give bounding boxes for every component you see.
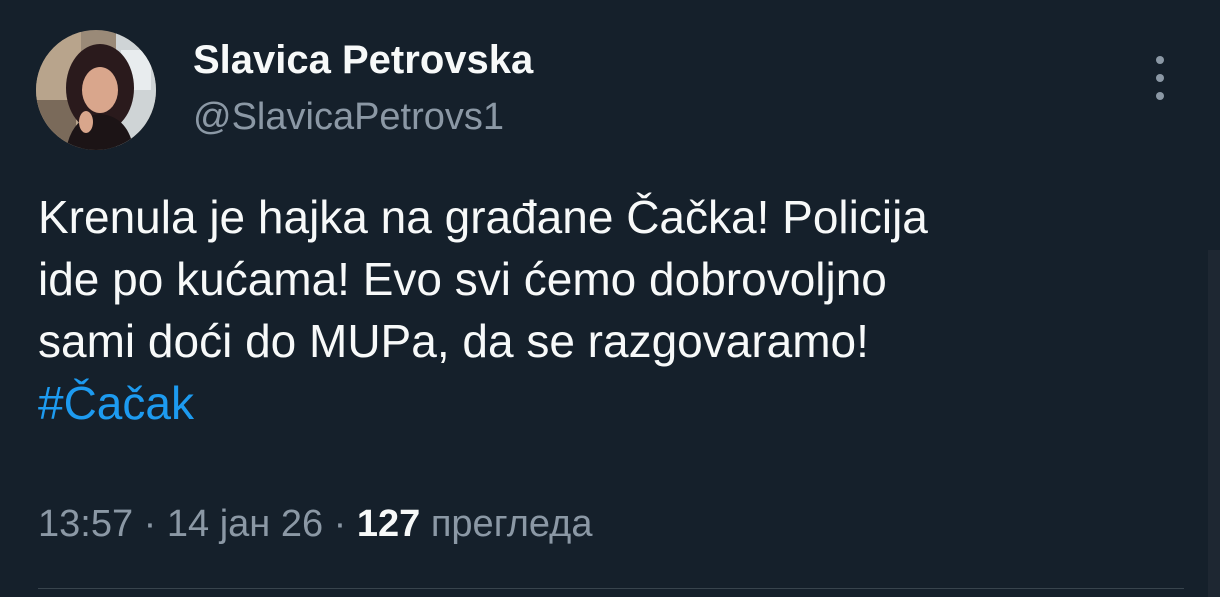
divider [38,588,1184,589]
tweet-text-line-2: ide po kućama! Evo svi ćemo dobrovoljno [38,253,887,305]
hashtag-link[interactable]: #Čačak [38,372,1188,434]
more-vertical-icon-dot-2 [1156,74,1164,82]
meta-separator: · [133,503,167,545]
author-handle[interactable]: @SlavicaPetrovs1 [193,94,504,140]
scrollbar[interactable] [1208,250,1220,597]
more-options-button[interactable] [1140,56,1180,100]
author-display-name[interactable]: Slavica Petrovska [193,36,533,84]
avatar-photo [36,30,156,150]
tweet-text-line-1: Krenula je hajka na građane Čačka! Polic… [38,191,928,243]
tweet-meta: 13:57 · 14 јан 26 · 127 прегледа [38,500,593,548]
tweet-text-line-3: sami doći do MUPa, da se razgovaramo! [38,315,869,367]
tweet-card: Slavica Petrovska @SlavicaPetrovs1 Krenu… [0,0,1220,597]
tweet-date[interactable]: 14 јан 26 [167,503,323,545]
meta-separator: · [323,503,357,545]
tweet-time[interactable]: 13:57 [38,503,133,545]
views-label: прегледа [430,503,593,545]
avatar[interactable] [36,30,156,150]
views-count[interactable]: 127 [357,503,420,545]
tweet-text: Krenula je hajka na građane Čačka! Polic… [38,186,1188,434]
more-vertical-icon-dot-1 [1156,56,1164,64]
more-vertical-icon-dot-3 [1156,92,1164,100]
